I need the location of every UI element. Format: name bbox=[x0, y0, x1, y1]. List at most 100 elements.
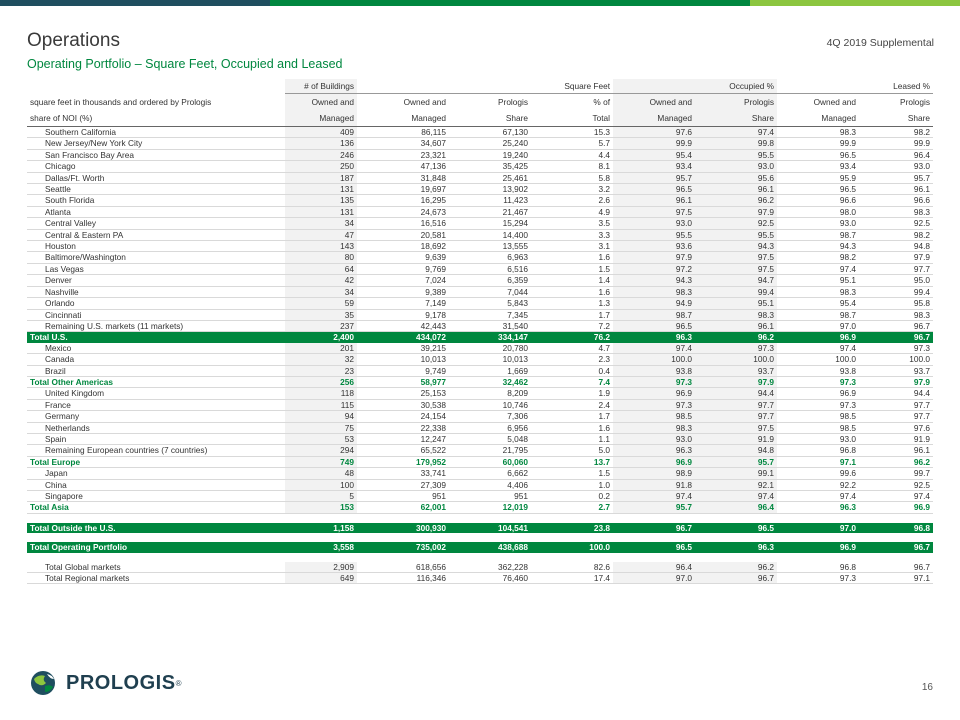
group-header-occupied: Occupied % bbox=[613, 79, 778, 94]
row-value: 97.7 bbox=[695, 410, 778, 423]
row-value: 98.2 bbox=[859, 126, 934, 139]
row-value: 7,306 bbox=[449, 410, 531, 423]
row-value: 64 bbox=[285, 263, 357, 276]
row-label: Singapore bbox=[27, 490, 285, 503]
row-value: 434,072 bbox=[357, 331, 449, 343]
row-value: 96.8 bbox=[777, 444, 860, 457]
row-value: 5.8 bbox=[531, 172, 614, 185]
row-value: 96.1 bbox=[695, 320, 778, 333]
row-value: 96.7 bbox=[859, 320, 934, 333]
row-value: 98.7 bbox=[777, 229, 860, 242]
row-value: 10,746 bbox=[449, 399, 531, 412]
table-row: Denver 42 7,024 6,359 1.4 94.3 94.7 95.1 95.0 bbox=[27, 274, 934, 287]
row-value: 23 bbox=[285, 365, 357, 377]
row-value: 94.4 bbox=[859, 387, 934, 400]
row-value: 97.3 bbox=[695, 342, 778, 355]
table-row: Orlando 59 7,149 5,843 1.3 94.9 95.1 95.4 95.8 bbox=[27, 297, 934, 310]
row-value: 6,963 bbox=[449, 251, 531, 264]
row-value: 42 bbox=[285, 274, 357, 287]
row-label: China bbox=[27, 479, 285, 492]
row-value: 96.9 bbox=[859, 501, 934, 514]
row-value: 95.4 bbox=[777, 297, 860, 310]
row-value: 135 bbox=[285, 194, 357, 207]
row-value: 98.7 bbox=[613, 309, 696, 321]
row-value: 97.6 bbox=[859, 422, 934, 434]
row-value: 6,359 bbox=[449, 274, 531, 287]
row-value: 10,013 bbox=[449, 353, 531, 366]
row-value: 20,780 bbox=[449, 342, 531, 355]
row-label: San Francisco Bay Area bbox=[27, 149, 285, 162]
row-value: 17.4 bbox=[531, 572, 614, 585]
row-value: 96.5 bbox=[613, 183, 696, 196]
row-value: 294 bbox=[285, 444, 357, 457]
row-value: 35 bbox=[285, 309, 357, 321]
row-value: 97.5 bbox=[695, 263, 778, 276]
row-value: 97.3 bbox=[613, 376, 696, 389]
row-value: 86,115 bbox=[357, 126, 449, 139]
row-value: 96.7 bbox=[859, 331, 934, 343]
column-header-bottom: Managed bbox=[285, 110, 357, 127]
row-value: 94.8 bbox=[695, 444, 778, 457]
row-value: 951 bbox=[449, 490, 531, 503]
row-value: 96.5 bbox=[613, 542, 696, 553]
top-bar-segment-dark bbox=[0, 0, 270, 6]
table-total-row: Total U.S. 2,400 434,072 334,147 76.2 96.3 96.… bbox=[27, 331, 934, 343]
row-value: 20,581 bbox=[357, 229, 449, 242]
row-value: 1.3 bbox=[531, 297, 614, 310]
row-value: 97.7 bbox=[859, 399, 934, 412]
row-value: 94.3 bbox=[613, 274, 696, 287]
page-number: 16 bbox=[921, 682, 933, 693]
row-label: Total Asia bbox=[27, 501, 285, 514]
column-header-bottom: Managed bbox=[777, 110, 860, 127]
column-header-top: Prologis bbox=[900, 97, 931, 107]
row-value: 1.7 bbox=[531, 410, 614, 423]
table-total-row: Total Operating Portfolio 3,558 735,002 438… bbox=[27, 542, 934, 553]
row-value: 96.3 bbox=[695, 542, 778, 553]
table-row: Southern California 409 86,115 67,130 15.3 97… bbox=[27, 126, 934, 139]
row-value: 96.8 bbox=[859, 522, 934, 534]
row-value: 96.5 bbox=[777, 149, 860, 162]
table-row: Remaining U.S. markets (11 markets) 237 42… bbox=[27, 320, 934, 333]
group-header-square-feet: Square Feet bbox=[357, 79, 614, 94]
table-row: France 115 30,538 10,746 2.4 97.3 97.7 97.3 97.7 bbox=[27, 399, 934, 412]
row-value: 99.9 bbox=[777, 137, 860, 150]
row-value: 99.8 bbox=[695, 137, 778, 150]
row-value: 11,423 bbox=[449, 194, 531, 207]
row-value: 99.1 bbox=[695, 467, 778, 480]
row-value: 80 bbox=[285, 251, 357, 264]
row-value: 153 bbox=[285, 501, 357, 514]
row-value: 62,001 bbox=[357, 501, 449, 514]
column-header-top: Owned and bbox=[813, 97, 857, 107]
row-value: 9,769 bbox=[357, 263, 449, 276]
row-value: 1.7 bbox=[531, 309, 614, 321]
column-header-bottom: Share bbox=[449, 110, 531, 127]
row-label: Netherlands bbox=[27, 422, 285, 434]
row-value: 35,425 bbox=[449, 160, 531, 173]
table-row: Seattle 131 19,697 13,902 3.2 96.5 96.1 96.5 96.… bbox=[27, 183, 934, 196]
group-header-leased: Leased % bbox=[777, 79, 934, 94]
row-value: 6,516 bbox=[449, 263, 531, 276]
row-value: 179,952 bbox=[357, 456, 449, 469]
row-value: 96.8 bbox=[777, 561, 860, 574]
row-value: 25,153 bbox=[357, 387, 449, 400]
row-value: 5,048 bbox=[449, 433, 531, 446]
row-value: 618,656 bbox=[357, 561, 449, 574]
row-value: 131 bbox=[285, 183, 357, 196]
row-value: 97.3 bbox=[613, 399, 696, 412]
row-value: 116,346 bbox=[357, 572, 449, 585]
row-label: Orlando bbox=[27, 297, 285, 310]
row-value: 93.7 bbox=[695, 365, 778, 377]
row-value: 8,209 bbox=[449, 387, 531, 400]
column-header-top: Owned and bbox=[613, 93, 696, 110]
column-header-top: % of bbox=[593, 97, 611, 107]
row-value: 96.1 bbox=[695, 183, 778, 196]
row-value: 3,558 bbox=[285, 542, 357, 553]
row-value: 96.1 bbox=[613, 194, 696, 207]
row-value: 97.5 bbox=[695, 422, 778, 434]
row-value: 91.8 bbox=[613, 479, 696, 492]
row-value: 136 bbox=[285, 137, 357, 150]
row-value: 100.0 bbox=[695, 353, 778, 366]
row-value: 14,400 bbox=[449, 229, 531, 242]
row-value: 30,538 bbox=[357, 399, 449, 412]
spacer-cell bbox=[27, 513, 933, 523]
